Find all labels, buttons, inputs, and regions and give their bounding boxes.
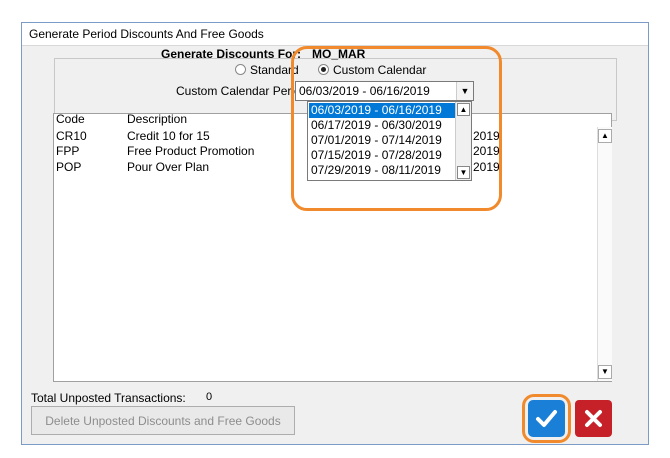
table-row-code[interactable]: CR10 xyxy=(56,129,87,143)
total-unposted-label: Total Unposted Transactions: xyxy=(31,391,186,405)
table-row-description[interactable]: Free Product Promotion xyxy=(127,144,254,158)
ok-button[interactable] xyxy=(528,400,565,437)
dialog-window: Generate Period Discounts And Free Goods… xyxy=(21,22,649,445)
close-icon xyxy=(585,410,602,427)
table-row-code[interactable]: FPP xyxy=(56,144,79,158)
table-row-code[interactable]: POP xyxy=(56,160,81,174)
total-unposted-value: 0 xyxy=(206,391,213,403)
scroll-up-icon[interactable]: ▲ xyxy=(598,129,612,143)
standard-radio[interactable]: Standard xyxy=(235,63,299,77)
column-header-description: Description xyxy=(127,112,188,126)
window-title: Generate Period Discounts And Free Goods xyxy=(29,27,264,41)
title-bar: Generate Period Discounts And Free Goods xyxy=(22,23,648,46)
delete-unposted-button[interactable]: Delete Unposted Discounts and Free Goods xyxy=(31,406,295,435)
scroll-down-icon[interactable]: ▼ xyxy=(598,365,612,379)
list-scrollbar[interactable]: ▲ ▼ xyxy=(597,127,612,381)
table-row-description[interactable]: Pour Over Plan xyxy=(127,160,209,174)
checkmark-icon xyxy=(536,410,557,427)
radio-off-icon xyxy=(235,64,246,75)
custom-period-label: Custom Calendar Period xyxy=(176,84,308,98)
period-highlight-outline xyxy=(291,46,502,211)
table-row-description[interactable]: Credit 10 for 15 xyxy=(127,129,210,143)
column-header-code: Code xyxy=(56,112,85,126)
cancel-button[interactable] xyxy=(575,400,612,437)
